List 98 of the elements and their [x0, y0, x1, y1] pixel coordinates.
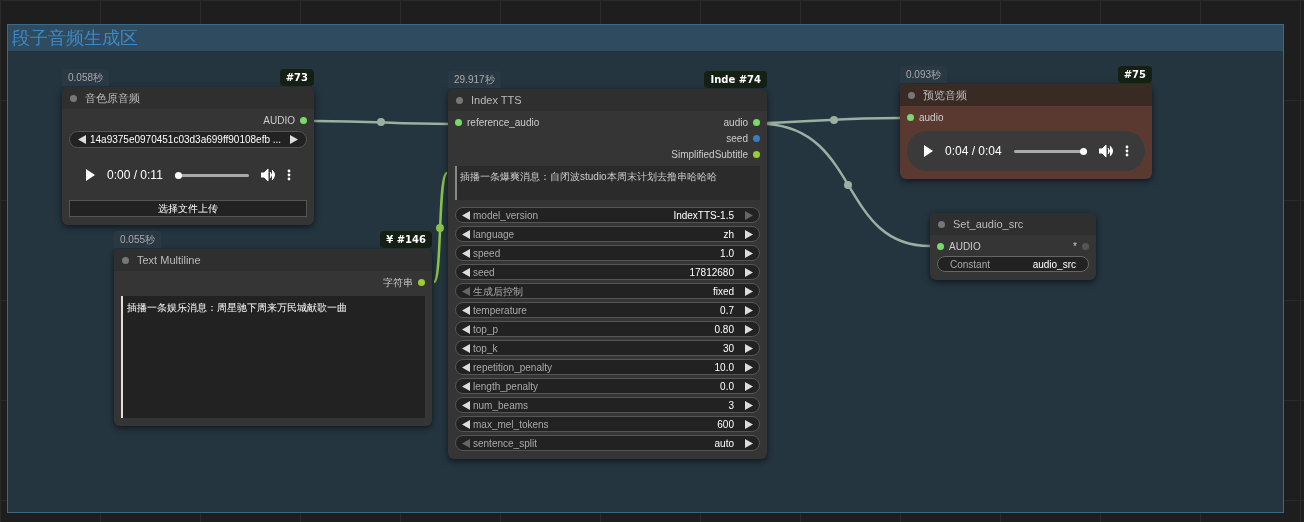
- widget-value: 17812680: [689, 265, 734, 280]
- widget-label: repetition_penalty: [473, 360, 553, 375]
- seek-track[interactable]: [174, 173, 249, 177]
- execution-time: 0.055秒: [114, 231, 162, 248]
- widget-label: max_mel_tokens: [473, 417, 550, 432]
- play-icon[interactable]: [923, 145, 933, 157]
- number-widget[interactable]: seed 17812680: [455, 264, 760, 280]
- widget-value: 0.80: [714, 322, 734, 337]
- volume-icon[interactable]: [261, 169, 275, 181]
- input-label: audio: [919, 110, 944, 125]
- constant-field[interactable]: Constant audio_src: [937, 256, 1089, 272]
- input-label: reference_audio: [467, 115, 540, 130]
- number-widget[interactable]: model_version IndexTTS-1.5: [455, 207, 760, 223]
- output-label: 字符串: [383, 275, 413, 290]
- number-widget[interactable]: temperature 0.7: [455, 302, 760, 318]
- output-label: seed: [726, 131, 748, 146]
- widget-value: 0.0: [720, 379, 734, 394]
- node-title: Set_audio_src: [953, 216, 1024, 232]
- node-header[interactable]: Index TTS: [448, 89, 767, 111]
- input-label: AUDIO: [949, 239, 981, 254]
- link-wire[interactable]: [433, 172, 448, 283]
- widget-value: zh: [723, 227, 734, 242]
- text-area[interactable]: 插播一条爆爽消息：自闭波studio本周末计划去撸串哈哈哈: [455, 166, 760, 200]
- widget-label: Constant: [950, 257, 991, 272]
- number-widget[interactable]: num_beams 3: [455, 397, 760, 413]
- number-widget[interactable]: language zh: [455, 226, 760, 242]
- node-title: Text Multiline: [137, 252, 201, 268]
- number-widget[interactable]: top_p 0.80: [455, 321, 760, 337]
- node-header[interactable]: 预览音频: [900, 84, 1152, 106]
- node-card[interactable]: [448, 89, 767, 459]
- node-id-badge: #75: [1117, 66, 1152, 83]
- node-header[interactable]: Text Multiline: [114, 249, 432, 271]
- output-label: audio: [723, 115, 748, 130]
- output-label: SimplifiedSubtitle: [671, 147, 748, 162]
- playback-time: 0:04 / 0:04: [945, 143, 1002, 160]
- execution-time: 29.917秒: [448, 71, 501, 88]
- widget-label: length_penalty: [473, 379, 540, 394]
- number-widget[interactable]: sentence_split auto: [455, 435, 760, 451]
- seek-track[interactable]: [1013, 149, 1087, 153]
- seek-thumb[interactable]: [1080, 147, 1087, 155]
- widget-label: num_beams: [473, 398, 530, 413]
- widget-label: top_p: [473, 322, 500, 337]
- upload-button[interactable]: 选择文件上传: [69, 200, 307, 217]
- widget-label: 生成后控制: [473, 284, 524, 299]
- widget-value: 600: [717, 417, 734, 432]
- widget-value: auto: [714, 436, 734, 451]
- node-id-badge: #73: [279, 69, 314, 86]
- link-wire[interactable]: [314, 118, 449, 126]
- widget-value: 1.0: [720, 246, 734, 261]
- output-label: *: [1073, 239, 1077, 254]
- more-icon[interactable]: [287, 169, 291, 181]
- text-area[interactable]: 插播一条娱乐消息：周星驰下周来万民城献歌一曲: [121, 296, 425, 418]
- widget-value: 10.0: [714, 360, 734, 375]
- widget-value: 30: [722, 341, 734, 356]
- link-wire[interactable]: [766, 122, 931, 248]
- number-widget[interactable]: top_k 30: [455, 340, 760, 356]
- increment-arrow-icon[interactable]: [290, 135, 298, 144]
- widget-label: speed: [473, 246, 502, 261]
- number-widget[interactable]: repetition_penalty 10.0: [455, 359, 760, 375]
- widget-value: IndexTTS-1.5: [673, 208, 734, 223]
- widget-value: audio_src: [1032, 257, 1076, 272]
- widget-value: fixed: [712, 284, 734, 299]
- seek-thumb[interactable]: [174, 171, 182, 179]
- node-id-badge: Inde #74: [704, 71, 767, 88]
- execution-time: 0.058秒: [62, 69, 110, 86]
- group-title: 段子音频生成区: [12, 26, 138, 50]
- node-card[interactable]: Set_audio_src AUDIO * Constant audio_src: [930, 213, 1096, 280]
- widget-label: sentence_split: [473, 436, 538, 451]
- node-card[interactable]: 音色原音频 AUDIO 14a9375e0970451c03d3a699ff90108efb ... 0:00 / 0:11 选择文件上传: [62, 87, 314, 225]
- node-card[interactable]: Text Multiline 字符串 插播一条娱乐消息：周星驰下周来万民城献歌一曲: [114, 249, 432, 426]
- number-widget[interactable]: speed 1.0: [455, 245, 760, 261]
- link-wire[interactable]: [766, 116, 900, 125]
- combo-value: 14a9375e0970451c03d3a699ff90108efb ...: [90, 133, 283, 147]
- node-header[interactable]: Set_audio_src: [930, 213, 1096, 235]
- node-title: 音色原音频: [85, 90, 140, 106]
- widget-label: model_version: [473, 208, 540, 223]
- widget-value: 0.7: [720, 303, 734, 318]
- widget-value: 3: [728, 398, 734, 413]
- widget-label: language: [473, 227, 516, 242]
- play-icon[interactable]: [85, 169, 95, 181]
- number-widget[interactable]: length_penalty 0.0: [455, 378, 760, 394]
- node-title: Index TTS: [471, 92, 522, 108]
- number-widget[interactable]: 生成后控制 fixed: [455, 283, 760, 299]
- widget-label: top_k: [473, 341, 499, 356]
- output-label: AUDIO: [263, 113, 295, 128]
- widget-label: temperature: [473, 303, 528, 318]
- node-title: 预览音频: [923, 87, 967, 103]
- file-combo[interactable]: 14a9375e0970451c03d3a699ff90108efb ...: [69, 131, 307, 148]
- node-id-badge: ¥ #146: [380, 231, 432, 248]
- widget-label: seed: [473, 265, 496, 280]
- decrement-arrow-icon[interactable]: [78, 135, 86, 144]
- playback-time: 0:00 / 0:11: [107, 167, 163, 184]
- execution-time: 0.093秒: [900, 66, 948, 83]
- node-card[interactable]: 预览音频 audio 0:04 / 0:04: [900, 84, 1152, 179]
- volume-icon[interactable]: [1099, 145, 1113, 157]
- number-widget[interactable]: max_mel_tokens 600: [455, 416, 760, 432]
- more-icon[interactable]: [1125, 145, 1129, 157]
- node-header[interactable]: 音色原音频: [62, 87, 314, 109]
